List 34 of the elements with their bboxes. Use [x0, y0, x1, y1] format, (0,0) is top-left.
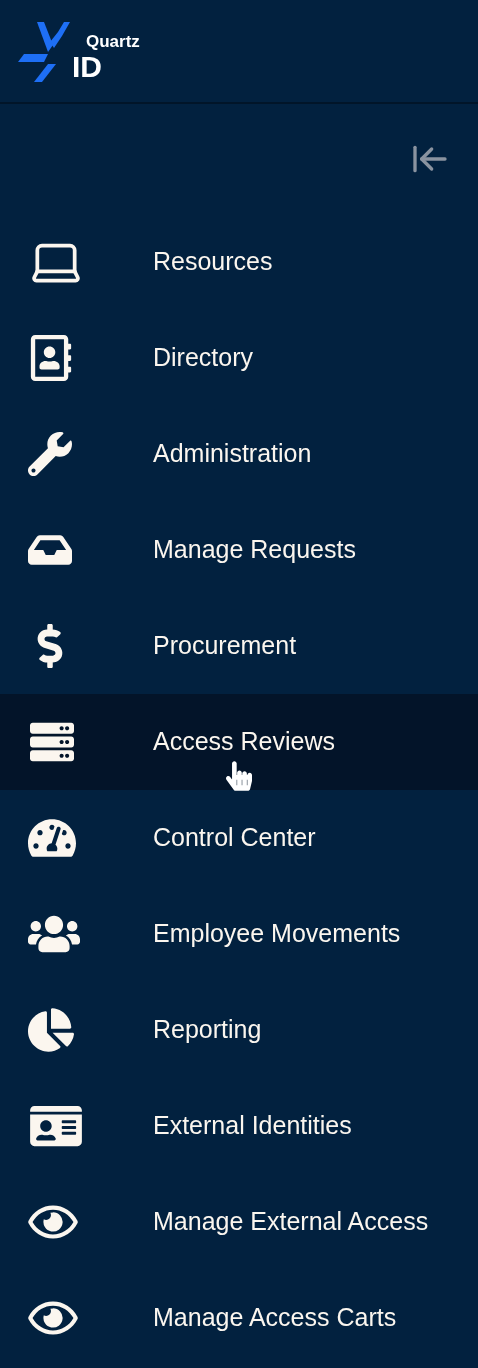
- nav-label: Resources: [153, 246, 273, 278]
- wrench-icon: [28, 432, 72, 476]
- nav-item[interactable]: Procurement: [0, 598, 478, 694]
- nav-label: Access Reviews: [153, 726, 335, 758]
- nav-label: Administration: [153, 438, 312, 470]
- server-icon: [28, 720, 76, 764]
- address-book-icon: [28, 335, 74, 381]
- nav-label: Employee Movements: [153, 918, 401, 950]
- nav-label: External Identities: [153, 1110, 352, 1142]
- nav-item[interactable]: External Identities: [0, 1078, 478, 1174]
- id-card-icon: [28, 1103, 84, 1149]
- nav-label: Control Center: [153, 822, 316, 854]
- nav-item[interactable]: Manage Requests: [0, 502, 478, 598]
- nav-label: Reporting: [153, 1014, 262, 1046]
- logo-text: ID: [72, 52, 103, 82]
- nav-label: Manage Requests: [153, 534, 356, 566]
- nav-item[interactable]: Control Center: [0, 790, 478, 886]
- logo-mark-icon: [18, 20, 72, 82]
- nav-label: Manage Access Carts: [153, 1302, 397, 1334]
- nav-label: Procurement: [153, 630, 297, 662]
- gauge-icon: [28, 816, 76, 860]
- nav-item[interactable]: Employee Movements: [0, 886, 478, 982]
- nav-item[interactable]: Manage Access Carts: [0, 1270, 478, 1366]
- nav-item[interactable]: Directory: [0, 310, 478, 406]
- nav-item[interactable]: Administration: [0, 406, 478, 502]
- nav-item[interactable]: Access Reviews: [0, 694, 478, 790]
- nav-label: Directory: [153, 342, 253, 374]
- nav-item[interactable]: Reporting: [0, 982, 478, 1078]
- hand-cursor-icon: [226, 760, 252, 792]
- nav-label: Manage External Access: [153, 1206, 429, 1238]
- logo-text: Quartz: [86, 33, 140, 50]
- nav-item[interactable]: Manage External Access: [0, 1174, 478, 1270]
- nav-item[interactable]: Resources: [0, 214, 478, 310]
- pie-chart-icon: [28, 1007, 74, 1053]
